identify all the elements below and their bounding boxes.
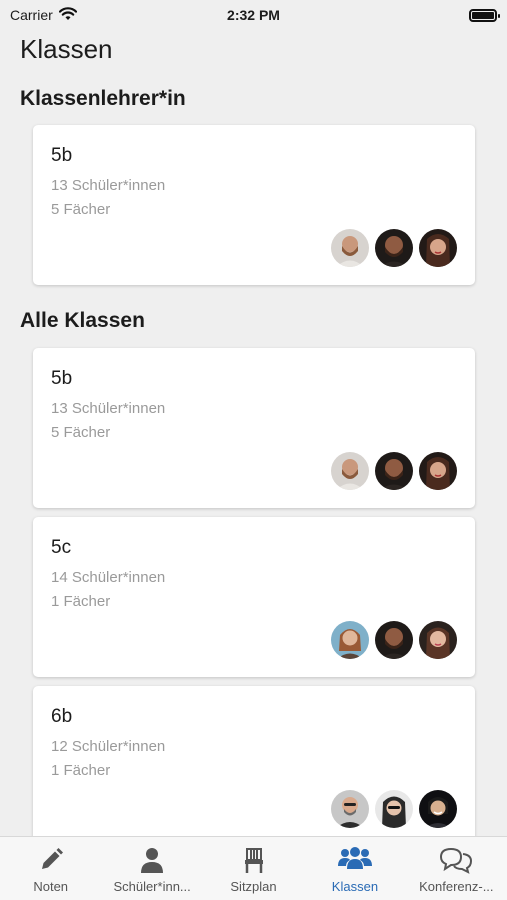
student-count: 13 Schüler*innen: [51, 400, 166, 417]
subject-count: 1 Fächer: [51, 593, 111, 610]
tab-label: Klassen: [331, 879, 379, 894]
avatar: [331, 452, 369, 490]
section-title-homeroom: Klassenlehrer*in: [20, 87, 186, 110]
class-card[interactable]: 5b 13 Schüler*innen 5 Fächer: [33, 125, 475, 285]
person-icon: [137, 845, 167, 875]
subject-count: 5 Fächer: [51, 201, 111, 218]
student-count: 13 Schüler*innen: [51, 177, 166, 194]
tab-klassen[interactable]: Klassen: [304, 837, 405, 900]
chair-icon: [239, 845, 269, 875]
student-count: 14 Schüler*innen: [51, 569, 166, 586]
wifi-icon: [58, 6, 77, 24]
avatar-group: [331, 229, 457, 267]
tab-sitzplan[interactable]: Sitzplan: [203, 837, 304, 900]
class-name: 5b: [51, 145, 73, 166]
avatar: [419, 621, 457, 659]
avatar: [375, 452, 413, 490]
tab-label: Konferenz-...: [419, 879, 494, 894]
avatar-group: [331, 790, 457, 828]
avatar-group: [331, 452, 457, 490]
avatar: [419, 229, 457, 267]
carrier-label: Carrier: [10, 7, 53, 23]
class-name: 5c: [51, 537, 72, 558]
status-left: Carrier: [10, 6, 77, 24]
class-card[interactable]: 6b 12 Schüler*innen 1 Fächer: [33, 686, 475, 846]
tab-konferenz[interactable]: Konferenz-...: [406, 837, 507, 900]
subject-count: 1 Fächer: [51, 762, 111, 779]
subject-count: 5 Fächer: [51, 424, 111, 441]
class-name: 5b: [51, 368, 73, 389]
student-count: 12 Schüler*innen: [51, 738, 166, 755]
avatar: [419, 452, 457, 490]
avatar: [331, 790, 369, 828]
avatar: [331, 621, 369, 659]
chat-bubbles-icon: [438, 845, 474, 875]
tab-label: Noten: [33, 879, 69, 894]
avatar: [375, 790, 413, 828]
status-bar: Carrier 2:32 PM: [0, 0, 507, 30]
class-card[interactable]: 5c 14 Schüler*innen 1 Fächer: [33, 517, 475, 677]
tab-label: Schüler*inn...: [113, 879, 191, 894]
avatar-group: [331, 621, 457, 659]
tab-noten[interactable]: Noten: [0, 837, 101, 900]
section-title-all: Alle Klassen: [20, 309, 145, 332]
avatar: [375, 229, 413, 267]
page-title: Klassen: [20, 34, 113, 64]
battery-icon: [469, 8, 500, 22]
avatar: [331, 229, 369, 267]
tab-bar: Noten Schüler*inn... Sitzplan Klassen Ko…: [0, 836, 507, 900]
group-icon: [337, 845, 373, 875]
tab-schueler[interactable]: Schüler*inn...: [101, 837, 202, 900]
avatar: [375, 621, 413, 659]
class-name: 6b: [51, 706, 73, 727]
tab-label: Sitzplan: [230, 879, 277, 894]
pencil-icon: [36, 845, 66, 875]
class-card[interactable]: 5b 13 Schüler*innen 5 Fächer: [33, 348, 475, 508]
avatar: [419, 790, 457, 828]
